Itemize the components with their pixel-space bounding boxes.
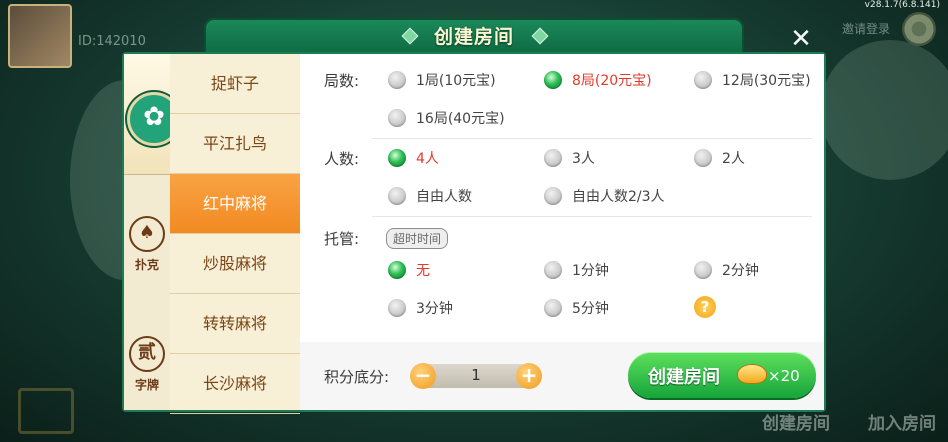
timeout-tag: 超时时间 — [386, 228, 449, 249]
gear-icon[interactable] — [902, 12, 936, 46]
radio-icon — [544, 149, 562, 167]
gold-ingot-icon — [738, 365, 766, 383]
radio-icon — [694, 149, 712, 167]
tab-mahjong[interactable] — [124, 54, 181, 175]
players-option[interactable]: 自由人数 — [388, 186, 472, 206]
game-item[interactable]: 捉虾子 — [170, 54, 300, 114]
create-room-dialog: 创建房间 ✕ ♠ 扑克 贰 字牌 捉虾子 平江扎鸟 红中麻将 炒股麻将 转转麻将… — [122, 18, 826, 414]
game-item[interactable]: 炒股麻将 — [170, 234, 300, 294]
rounds-option[interactable]: 16局(40元宝) — [388, 108, 505, 128]
avatar[interactable] — [8, 4, 72, 68]
divider — [372, 216, 812, 217]
dialog-title: 创建房间 — [433, 26, 514, 48]
tab-zipai[interactable]: 贰 字牌 — [124, 336, 170, 393]
radio-icon — [694, 71, 712, 89]
players-option[interactable]: 自由人数2/3人 — [544, 186, 665, 206]
cart-icon[interactable] — [18, 388, 74, 434]
category-tabs: ♠ 扑克 贰 字牌 — [124, 54, 181, 410]
radio-icon — [694, 261, 712, 279]
rounds-option-selected[interactable]: 8局(20元宝) — [544, 70, 652, 90]
game-item-active[interactable]: 红中麻将 — [170, 174, 300, 234]
create-room-button[interactable]: 创建房间 ×20 — [628, 352, 816, 398]
dialog-body: ♠ 扑克 贰 字牌 捉虾子 平江扎鸟 红中麻将 炒股麻将 转转麻将 长沙麻将 局… — [122, 52, 826, 414]
base-score-label: 积分底分: — [324, 368, 390, 386]
plus-icon[interactable]: + — [516, 363, 542, 389]
background-decoration — [820, 40, 948, 180]
spade-icon: ♠ — [129, 216, 165, 252]
trustee-label: 托管: — [324, 230, 360, 248]
version-label: v28.1.7(6.8.141) — [864, 0, 940, 10]
radio-checked-icon — [388, 261, 406, 279]
create-cost: ×20 — [768, 367, 800, 385]
radio-icon — [544, 261, 562, 279]
zipai-icon: 贰 — [129, 336, 165, 372]
bottom-create-room-button[interactable]: 创建房间 — [762, 409, 830, 434]
divider — [372, 138, 812, 139]
radio-checked-icon — [544, 71, 562, 89]
radio-icon — [544, 299, 562, 317]
players-label: 人数: — [324, 150, 360, 168]
create-room-label: 创建房间 — [648, 367, 720, 388]
tab-zipai-label: 字牌 — [134, 378, 159, 392]
radio-icon — [388, 187, 406, 205]
radio-icon — [388, 299, 406, 317]
players-option-selected[interactable]: 4人 — [388, 148, 439, 168]
tab-poker[interactable]: ♠ 扑克 — [124, 216, 170, 273]
options-panel: 局数: 1局(10元宝) 8局(20元宝) 12局(30元宝) 16局(40元宝… — [300, 54, 824, 342]
invite-login-link[interactable]: 邀请登录 — [842, 20, 890, 37]
close-icon[interactable]: ✕ — [786, 24, 816, 54]
help-icon[interactable]: ? — [694, 296, 716, 318]
dialog-title-bar: 创建房间 — [204, 18, 744, 54]
game-item[interactable]: 长沙麻将 — [170, 354, 300, 414]
rounds-option[interactable]: 1局(10元宝) — [388, 70, 496, 90]
rounds-label: 局数: — [324, 72, 360, 90]
trustee-option[interactable]: 3分钟 — [388, 298, 453, 318]
bottom-join-room-button[interactable]: 加入房间 — [868, 409, 936, 434]
radio-icon — [388, 109, 406, 127]
game-list: 捉虾子 平江扎鸟 红中麻将 炒股麻将 转转麻将 长沙麻将 — [170, 54, 301, 414]
rounds-option[interactable]: 12局(30元宝) — [694, 70, 811, 90]
tab-poker-label: 扑克 — [134, 258, 159, 272]
players-option[interactable]: 2人 — [694, 148, 745, 168]
trustee-option[interactable]: 1分钟 — [544, 260, 609, 280]
dialog-footer: 积分底分: − 1 + 创建房间 ×20 — [300, 342, 824, 410]
players-option[interactable]: 3人 — [544, 148, 595, 168]
radio-icon — [388, 71, 406, 89]
game-item[interactable]: 转转麻将 — [170, 294, 300, 354]
trustee-option[interactable]: 2分钟 — [694, 260, 759, 280]
base-score-stepper: − 1 + — [410, 363, 542, 389]
radio-checked-icon — [388, 149, 406, 167]
game-item[interactable]: 平江扎鸟 — [170, 114, 300, 174]
radio-icon — [544, 187, 562, 205]
trustee-option-selected[interactable]: 无 — [388, 260, 430, 280]
trustee-option[interactable]: 5分钟 — [544, 298, 609, 318]
